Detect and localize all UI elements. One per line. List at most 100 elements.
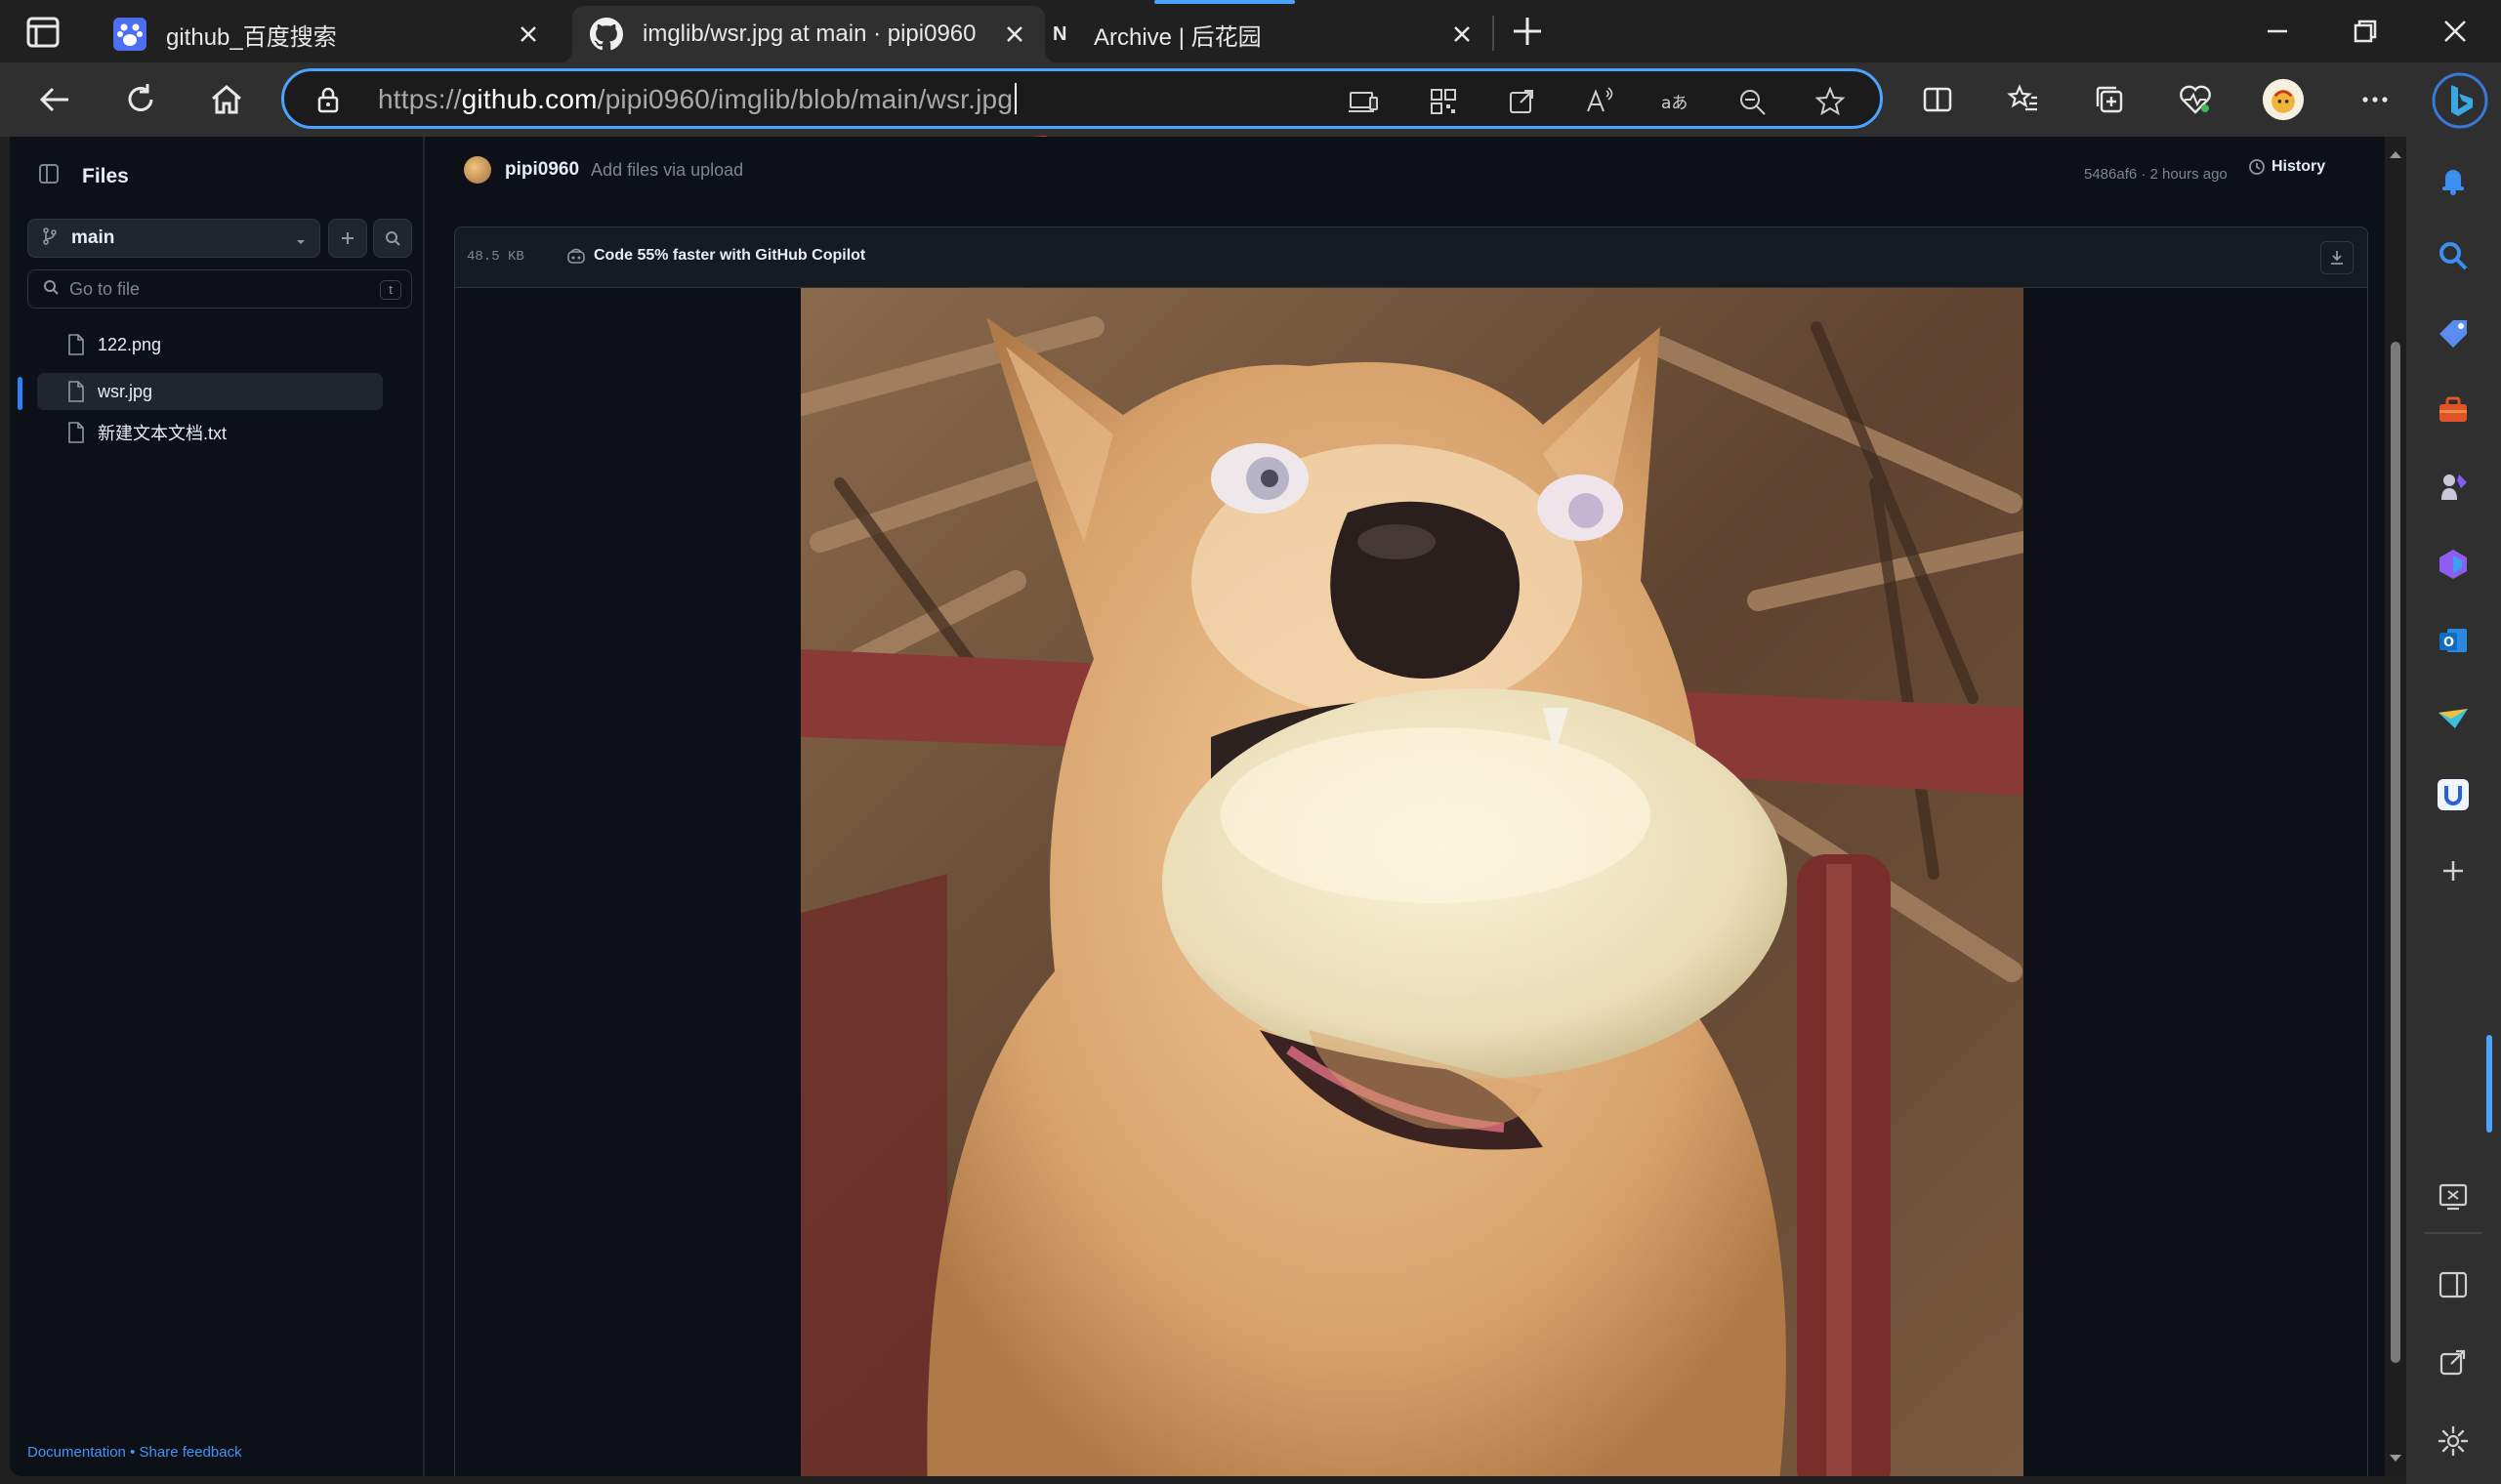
toolbox-icon[interactable] (2432, 389, 2475, 432)
browser-tab-strip: github_百度搜索 imglib/wsr.jpg at main · pip… (0, 0, 2501, 62)
close-tab-icon[interactable] (1000, 20, 1029, 49)
file-viewer: 48.5 KB Code 55% faster with GitHub Copi… (454, 227, 2368, 1476)
scrollbar-thumb[interactable] (2391, 342, 2400, 1363)
collections-icon[interactable] (2088, 78, 2131, 121)
back-arrow-icon[interactable] (33, 78, 76, 121)
split-screen-icon[interactable] (1916, 78, 1959, 121)
file-icon (68, 422, 84, 443)
translate-icon[interactable]: aあ (1659, 85, 1692, 118)
avatar[interactable] (464, 156, 491, 184)
games-chess-icon[interactable] (2432, 465, 2475, 508)
more-options-icon[interactable] (2354, 78, 2397, 121)
minimize-icon[interactable] (2260, 14, 2295, 49)
profile-avatar[interactable] (2262, 78, 2305, 121)
restore-icon[interactable] (2348, 14, 2383, 49)
favorite-star-icon[interactable] (1813, 85, 1847, 118)
copilot-icon (567, 248, 585, 264)
branch-name: main (71, 227, 115, 248)
new-tab-plus-icon[interactable] (1510, 14, 1545, 49)
lock-icon[interactable] (313, 85, 343, 114)
search-icon[interactable] (2432, 234, 2475, 277)
add-sidebar-app-icon[interactable] (2432, 849, 2475, 892)
url-scheme: https:// (378, 84, 462, 114)
tab-actions-menu-icon[interactable] (25, 16, 64, 49)
read-aloud-icon[interactable] (1583, 85, 1616, 118)
browser-essentials-heart-icon[interactable] (2174, 78, 2217, 121)
history-clock-icon (2249, 159, 2265, 175)
edge-sidebar: O (2406, 137, 2501, 1484)
file-tree-item-active[interactable]: wsr.jpg (37, 373, 383, 410)
tab-title: Archive | 后花园 (1094, 23, 1262, 51)
microsoft-365-icon[interactable] (2432, 543, 2475, 586)
home-icon[interactable] (205, 78, 248, 121)
hide-sidebar-icon[interactable] (2432, 1263, 2475, 1306)
bell-notification-icon[interactable] (2432, 158, 2475, 201)
commit-author[interactable]: pipi0960 (505, 159, 579, 181)
sidebar-title: Files (82, 164, 129, 187)
scroll-up-icon[interactable] (2385, 144, 2406, 164)
open-in-app-icon[interactable] (1505, 85, 1538, 118)
file-name: 122.png (98, 334, 162, 354)
file-tree-item[interactable]: 新建文本文档.txt (37, 414, 383, 451)
tab-baidu-search[interactable]: github_百度搜索 (100, 6, 559, 62)
sidebar-scroll-indicator[interactable] (2486, 1035, 2492, 1133)
close-tab-icon[interactable] (1447, 20, 1477, 49)
sidebar-header: Files (37, 162, 129, 190)
shopping-tag-icon[interactable] (2432, 312, 2475, 355)
file-viewer-header: 48.5 KB Code 55% faster with GitHub Copi… (455, 227, 2367, 288)
close-window-icon[interactable] (2438, 14, 2473, 49)
github-icon (590, 18, 623, 51)
screenshot-capture-icon[interactable] (2432, 1175, 2475, 1218)
favicon-letter: N (1053, 23, 1067, 45)
url-domain: github.com (461, 84, 598, 114)
download-button[interactable] (2320, 241, 2354, 274)
dog-with-bun-image (801, 288, 2023, 1476)
collapse-sidebar-icon[interactable] (37, 162, 61, 190)
commit-message[interactable]: Add files via upload (591, 160, 743, 181)
outlook-icon[interactable]: O (2432, 619, 2475, 662)
documentation-link[interactable]: Documentation (27, 1444, 126, 1461)
github-page: Files main t 122.png (10, 137, 2385, 1476)
svg-text:aあ: aあ (1661, 94, 1688, 113)
file-name: wsr.jpg (98, 381, 153, 401)
commit-hash-time[interactable]: 5486af6 · 2 hours ago (2084, 166, 2228, 183)
scroll-down-icon[interactable] (2385, 1449, 2406, 1468)
n-letter-icon: N (1053, 18, 1074, 51)
branch-selector[interactable]: main (27, 219, 320, 258)
zoom-out-icon[interactable] (1735, 85, 1769, 118)
device-app-icon[interactable] (1347, 85, 1380, 118)
go-to-file-field[interactable]: t (27, 269, 412, 309)
browser-toolbar: https://github.com/pipi0960/imglib/blob/… (0, 62, 2501, 137)
tab-title: github_百度搜索 (166, 23, 337, 51)
text-caret (1015, 83, 1018, 114)
baidu-paw-icon (113, 18, 146, 51)
send-paper-plane-icon[interactable] (2432, 697, 2475, 740)
refresh-icon[interactable] (119, 78, 162, 121)
footer-separator: • (130, 1444, 136, 1461)
search-files-button[interactable] (373, 219, 412, 258)
external-link-icon[interactable] (2432, 1341, 2475, 1384)
plus-icon (342, 232, 354, 244)
file-tree-item[interactable]: 122.png (37, 326, 383, 363)
tab-archive[interactable]: N Archive | 后花园 (1053, 6, 1492, 62)
add-file-button[interactable] (328, 219, 367, 258)
go-to-file-input[interactable] (69, 278, 343, 300)
settings-gear-icon[interactable] (2432, 1420, 2475, 1463)
close-tab-icon[interactable] (514, 20, 543, 49)
image-preview (801, 288, 2023, 1476)
sidebar-divider (2424, 1232, 2482, 1234)
file-name: 新建文本文档.txt (98, 424, 228, 443)
tab-github-wsr[interactable]: imglib/wsr.jpg at main · pipi0960 (561, 6, 1057, 62)
copilot-promo-link[interactable]: Code 55% faster with GitHub Copilot (566, 247, 865, 265)
qr-code-icon[interactable] (1427, 85, 1460, 118)
favorites-list-icon[interactable] (2002, 78, 2045, 121)
share-feedback-link[interactable]: Share feedback (140, 1444, 242, 1461)
u-extension-icon[interactable] (2432, 773, 2475, 816)
history-button[interactable]: History (2248, 158, 2325, 176)
page-scrollbar[interactable] (2385, 137, 2406, 1476)
address-bar[interactable]: https://github.com/pipi0960/imglib/blob/… (281, 68, 1883, 129)
bing-copilot-icon[interactable] (2432, 72, 2488, 129)
shortcut-key-badge: t (380, 280, 401, 300)
file-tree-sidebar: Files main t 122.png (10, 137, 425, 1476)
url-text[interactable]: https://github.com/pipi0960/imglib/blob/… (378, 83, 1018, 115)
